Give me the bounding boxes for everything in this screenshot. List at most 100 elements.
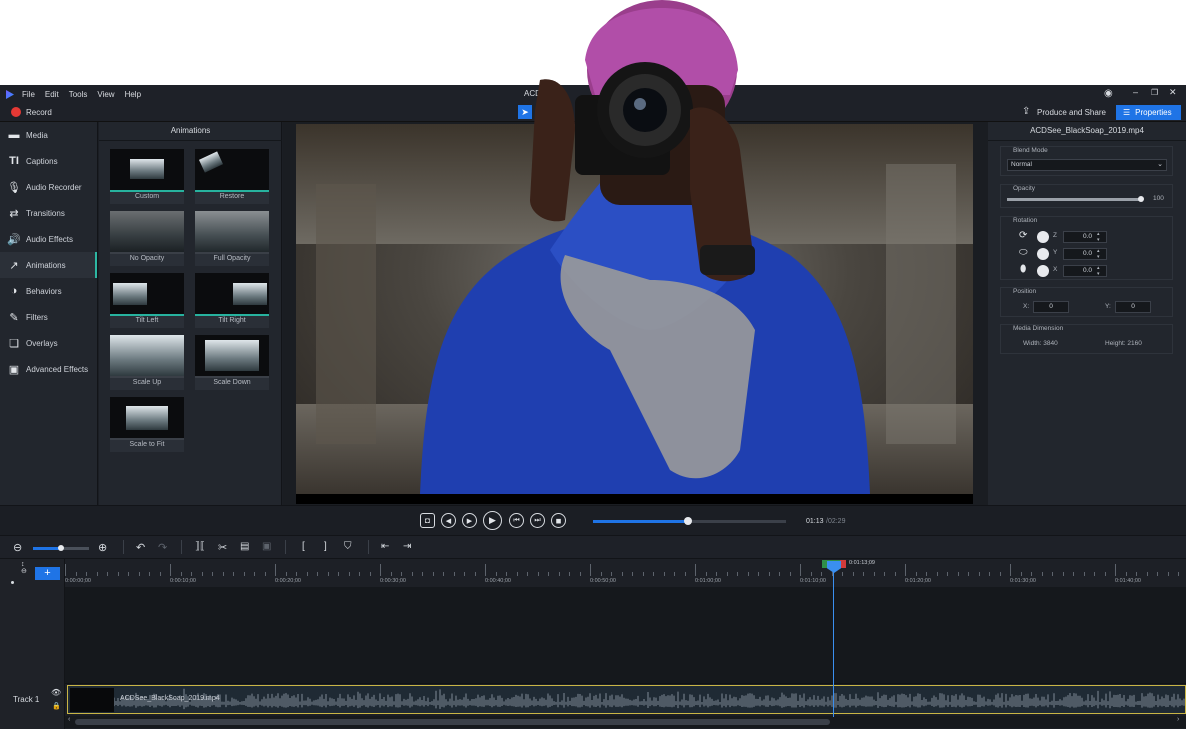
rotation-row-z: ⟳ Z 0.0 ▴ ▾: [1019, 230, 1169, 244]
blend-mode-select[interactable]: Normal ⌄: [1007, 159, 1167, 171]
scroll-right-icon[interactable]: ›: [1177, 716, 1179, 723]
nav-item-media[interactable]: ▬ Media: [0, 122, 97, 148]
menu-view[interactable]: View: [97, 90, 114, 99]
mark-in-icon[interactable]: [: [302, 541, 305, 552]
stepper-icon[interactable]: ▴ ▾: [1097, 231, 1100, 243]
share-icon[interactable]: ⇪: [1022, 106, 1030, 117]
timeline-ruler[interactable]: 0:00:00;00 0:00:10;00 0:00:20;00 0:00:30;00…: [65, 559, 1186, 587]
add-track-button[interactable]: +: [35, 567, 60, 580]
ruler-tick: [285, 572, 287, 576]
zoom-slider-handle[interactable]: [58, 545, 64, 551]
record-icon[interactable]: [11, 107, 21, 117]
scrollbar-thumb[interactable]: [75, 719, 830, 725]
toolbar-divider: [123, 540, 124, 554]
film-icon: ▣: [8, 363, 20, 376]
scroll-left-icon[interactable]: ‹: [68, 716, 70, 723]
nav-item-audio-effects[interactable]: 🔊 Audio Effects: [0, 226, 97, 252]
animation-tile-tilt-left[interactable]: Tilt Left: [110, 273, 184, 328]
snapshot-camera-icon[interactable]: ◘: [420, 513, 435, 528]
position-x-input[interactable]: 0: [1033, 301, 1069, 313]
menu-file[interactable]: File: [22, 90, 35, 99]
ruler-tick: [96, 572, 98, 576]
rotation-dial[interactable]: [1037, 248, 1049, 260]
playback-controls: ◘ ◀ ▶ ▶ ⏮ ⏭ ◼ 01:13 /02:29: [0, 505, 1186, 535]
ruler-tick: [842, 572, 843, 576]
rotation-y-input[interactable]: 0.0: [1063, 248, 1107, 260]
close-icon[interactable]: ✕: [1169, 87, 1177, 98]
track-lock-icon[interactable]: 🔒: [52, 702, 61, 710]
paste-icon[interactable]: ▣: [262, 541, 271, 552]
nav-item-filters[interactable]: ✎ Filters: [0, 304, 97, 330]
timeline-empty-area[interactable]: [65, 587, 1186, 683]
media-dimension-label: Media Dimension: [1013, 325, 1064, 332]
animation-tile-restore[interactable]: Restore: [195, 149, 269, 204]
animation-tile-full-opacity[interactable]: Full Opacity: [195, 211, 269, 266]
nav-item-advanced-effects[interactable]: ▣ Advanced Effects: [0, 356, 97, 382]
opacity-label: Opacity: [1013, 185, 1036, 192]
nav-item-behaviors[interactable]: ◑ Behaviors: [0, 278, 97, 304]
eye-icon[interactable]: ◉: [1104, 88, 1113, 99]
position-y-input[interactable]: 0: [1115, 301, 1151, 313]
go-to-start-icon[interactable]: ⇤: [381, 541, 389, 552]
playback-progress-bar[interactable]: [593, 517, 786, 525]
properties-button[interactable]: ☰ Properties: [1116, 105, 1181, 120]
rotation-x-input[interactable]: 0.0: [1063, 265, 1107, 277]
opacity-slider-handle[interactable]: [1138, 196, 1144, 202]
video-clip[interactable]: ACDSee_BlackSoap_2019.mp4: [67, 685, 1186, 714]
track-visibility-eye-icon[interactable]: 👁: [51, 688, 61, 697]
previous-frame-icon[interactable]: ◀: [441, 513, 456, 528]
produce-and-share-button[interactable]: Produce and Share: [1037, 108, 1106, 117]
redo-icon[interactable]: ↷: [158, 541, 167, 554]
animation-tile-scale-down[interactable]: Scale Down: [195, 335, 269, 390]
zoom-in-icon[interactable]: ⊕: [98, 541, 107, 554]
animation-tile-scale-up[interactable]: Scale Up: [110, 335, 184, 390]
animation-tile-custom[interactable]: Custom: [110, 149, 184, 204]
menu-edit[interactable]: Edit: [45, 90, 59, 99]
animation-tile-scale-to-fit[interactable]: Scale to Fit: [110, 397, 184, 452]
ruler-tick: [212, 572, 213, 576]
ruler-tick: [1125, 572, 1127, 576]
animation-tile-no-opacity[interactable]: No Opacity: [110, 211, 184, 266]
go-to-end-icon[interactable]: ⇥: [403, 541, 411, 552]
mark-out-icon[interactable]: ]: [324, 541, 327, 552]
stepper-icon[interactable]: ▴ ▾: [1097, 265, 1100, 277]
nav-item-animations[interactable]: ↗ Animations: [0, 252, 97, 278]
playback-scrubber-handle[interactable]: [684, 517, 692, 525]
nav-item-audio-recorder[interactable]: 🎙 Audio Recorder: [0, 174, 97, 200]
animation-tile-tilt-right[interactable]: Tilt Right: [195, 273, 269, 328]
tile-label: Scale Down: [213, 379, 251, 386]
timeline-zoom-slider[interactable]: [33, 545, 89, 551]
undo-icon[interactable]: ↶: [136, 541, 145, 554]
play-button[interactable]: ▶: [483, 511, 502, 530]
copy-icon[interactable]: ▤: [240, 541, 249, 552]
skip-end-icon[interactable]: ⏭: [530, 513, 545, 528]
tile-accent-bar: [195, 314, 269, 316]
nav-item-overlays[interactable]: ❏ Overlays: [0, 330, 97, 356]
tile-label: Tilt Right: [218, 317, 246, 324]
timeline-horizontal-scrollbar[interactable]: ‹ ›: [65, 716, 1186, 728]
cut-icon[interactable]: ✂: [218, 541, 227, 554]
nav-item-captions[interactable]: TI Captions: [0, 148, 97, 174]
marker-icon[interactable]: ⛉: [344, 541, 352, 552]
maximize-icon[interactable]: ❐: [1151, 88, 1158, 97]
nav-item-transitions[interactable]: ⇄ Transitions: [0, 200, 97, 226]
step-back-icon[interactable]: ▶: [462, 513, 477, 528]
tile-accent-bar: [195, 376, 269, 378]
minimize-icon[interactable]: –: [1133, 87, 1138, 97]
record-button[interactable]: Record: [26, 108, 52, 117]
nav-label: Animations: [26, 260, 66, 270]
zoom-out-icon[interactable]: ⊖: [13, 541, 22, 554]
split-icon[interactable]: ⟧⟦: [195, 541, 205, 552]
rotation-dial[interactable]: [1037, 231, 1049, 243]
rotation-z-input[interactable]: 0.0: [1063, 231, 1107, 243]
stepper-icon[interactable]: ▴ ▾: [1097, 248, 1100, 260]
ruler-tick: [873, 572, 875, 576]
menu-help[interactable]: Help: [125, 90, 141, 99]
track-height-icon[interactable]: ↕ ⊖: [21, 561, 27, 575]
skip-start-icon[interactable]: ⏮: [509, 513, 524, 528]
menu-tools[interactable]: Tools: [69, 90, 88, 99]
opacity-slider[interactable]: [1007, 196, 1144, 202]
rotation-dial[interactable]: [1037, 265, 1049, 277]
fullscreen-icon[interactable]: ◼: [551, 513, 566, 528]
ruler-tick: [852, 572, 854, 576]
